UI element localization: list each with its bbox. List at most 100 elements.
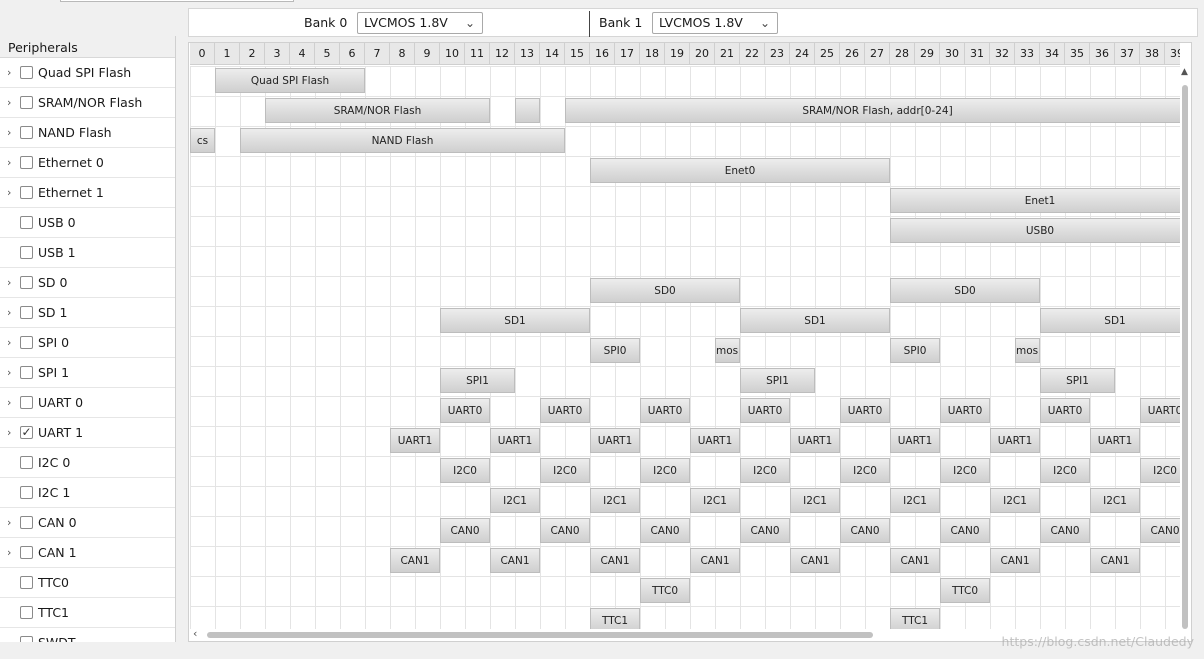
- vertical-scrollbar[interactable]: ▲: [1180, 65, 1190, 631]
- peripheral-row[interactable]: › Ethernet 0: [0, 148, 175, 178]
- pin-assignment-bar[interactable]: SPI0: [890, 338, 940, 363]
- pin-assignment-bar[interactable]: I2C0: [1140, 458, 1180, 483]
- peripheral-row[interactable]: › SD 0: [0, 268, 175, 298]
- peripheral-row[interactable]: › UART 0: [0, 388, 175, 418]
- pin-assignment-bar[interactable]: SPI0: [590, 338, 640, 363]
- pin-assignment-bar[interactable]: I2C1: [590, 488, 640, 513]
- pin-assignment-bar[interactable]: UART1: [490, 428, 540, 453]
- chevron-right-icon[interactable]: ›: [7, 426, 17, 440]
- pin-assignment-bar[interactable]: [515, 98, 540, 123]
- pin-assignment-bar[interactable]: CAN0: [740, 518, 790, 543]
- peripheral-row[interactable]: I2C 0: [0, 448, 175, 478]
- peripheral-checkbox[interactable]: ✓: [20, 426, 33, 439]
- peripheral-checkbox[interactable]: [20, 216, 33, 229]
- pin-assignment-bar[interactable]: I2C1: [790, 488, 840, 513]
- pin-assignment-bar[interactable]: CAN0: [940, 518, 990, 543]
- peripheral-checkbox[interactable]: [20, 126, 33, 139]
- pin-assignment-bar[interactable]: CAN1: [1090, 548, 1140, 573]
- pin-assignment-bar[interactable]: I2C1: [490, 488, 540, 513]
- chevron-right-icon[interactable]: ›: [7, 96, 17, 110]
- pin-assignment-bar[interactable]: cs: [190, 128, 215, 153]
- peripheral-row[interactable]: TTC0: [0, 568, 175, 598]
- pin-assignment-bar[interactable]: CAN0: [1140, 518, 1180, 543]
- pin-assignment-bar[interactable]: UART1: [1090, 428, 1140, 453]
- pin-assignment-bar[interactable]: UART1: [890, 428, 940, 453]
- pin-assignment-bar[interactable]: UART1: [990, 428, 1040, 453]
- peripheral-row[interactable]: › NAND Flash: [0, 118, 175, 148]
- pin-assignment-bar[interactable]: I2C0: [940, 458, 990, 483]
- peripheral-checkbox[interactable]: [20, 396, 33, 409]
- bank0-voltage-select[interactable]: LVCMOS 1.8V ⌄: [357, 12, 483, 34]
- scroll-left-icon[interactable]: ‹: [193, 627, 197, 640]
- chevron-right-icon[interactable]: ›: [7, 366, 17, 380]
- pin-assignment-bar[interactable]: Quad SPI Flash: [215, 68, 365, 93]
- chevron-right-icon[interactable]: ›: [7, 516, 17, 530]
- peripheral-row[interactable]: TTC1: [0, 598, 175, 628]
- peripheral-checkbox[interactable]: [20, 306, 33, 319]
- pin-assignment-bar[interactable]: UART0: [840, 398, 890, 423]
- peripheral-row[interactable]: › ✓ UART 1: [0, 418, 175, 448]
- vertical-scroll-thumb[interactable]: [1182, 85, 1188, 629]
- pin-assignment-bar[interactable]: SPI1: [440, 368, 515, 393]
- pin-assignment-bar[interactable]: I2C1: [690, 488, 740, 513]
- peripheral-row[interactable]: USB 0: [0, 208, 175, 238]
- peripheral-checkbox[interactable]: [20, 156, 33, 169]
- peripheral-checkbox[interactable]: [20, 366, 33, 379]
- peripheral-checkbox[interactable]: [20, 276, 33, 289]
- peripheral-checkbox[interactable]: [20, 636, 33, 642]
- peripheral-row[interactable]: › Quad SPI Flash: [0, 58, 175, 88]
- pin-assignment-bar[interactable]: CAN1: [990, 548, 1040, 573]
- pin-assignment-bar[interactable]: I2C0: [540, 458, 590, 483]
- pin-assignment-bar[interactable]: SD0: [890, 278, 1040, 303]
- peripheral-checkbox[interactable]: [20, 606, 33, 619]
- pin-assignment-bar[interactable]: I2C1: [890, 488, 940, 513]
- chevron-right-icon[interactable]: ›: [7, 396, 17, 410]
- pin-assignment-bar[interactable]: mosi: [1015, 338, 1040, 363]
- pin-assignment-bar[interactable]: USB0: [890, 218, 1180, 243]
- pin-assignment-bar[interactable]: CAN1: [490, 548, 540, 573]
- horizontal-scroll-thumb[interactable]: [207, 632, 873, 638]
- chevron-right-icon[interactable]: ›: [7, 276, 17, 290]
- pin-assignment-bar[interactable]: SD1: [440, 308, 590, 333]
- peripheral-row[interactable]: I2C 1: [0, 478, 175, 508]
- peripheral-row[interactable]: USB 1: [0, 238, 175, 268]
- pin-assignment-bar[interactable]: UART0: [440, 398, 490, 423]
- pin-assignment-bar[interactable]: UART0: [540, 398, 590, 423]
- peripheral-checkbox[interactable]: [20, 456, 33, 469]
- peripheral-checkbox[interactable]: [20, 576, 33, 589]
- pin-assignment-bar[interactable]: CAN0: [440, 518, 490, 543]
- peripheral-checkbox[interactable]: [20, 516, 33, 529]
- pin-assignment-bar[interactable]: SRAM/NOR Flash: [265, 98, 490, 123]
- peripheral-row[interactable]: › SRAM/NOR Flash: [0, 88, 175, 118]
- pin-assignment-bar[interactable]: I2C0: [840, 458, 890, 483]
- pin-assignment-bar[interactable]: mosi: [715, 338, 740, 363]
- chevron-right-icon[interactable]: ›: [7, 186, 17, 200]
- pin-assignment-bar[interactable]: SPI1: [1040, 368, 1115, 393]
- peripheral-checkbox[interactable]: [20, 246, 33, 259]
- chevron-right-icon[interactable]: ›: [7, 66, 17, 80]
- pin-assignment-bar[interactable]: UART0: [1040, 398, 1090, 423]
- chevron-right-icon[interactable]: ›: [7, 546, 17, 560]
- pin-assignment-bar[interactable]: I2C1: [990, 488, 1040, 513]
- pin-assignment-bar[interactable]: UART1: [390, 428, 440, 453]
- pin-assignment-bar[interactable]: CAN1: [890, 548, 940, 573]
- peripheral-checkbox[interactable]: [20, 96, 33, 109]
- chevron-right-icon[interactable]: ›: [7, 336, 17, 350]
- pin-assignment-bar[interactable]: NAND Flash: [240, 128, 565, 153]
- pin-assignment-bar[interactable]: CAN0: [640, 518, 690, 543]
- scroll-up-icon[interactable]: ▲: [1181, 67, 1188, 77]
- chevron-right-icon[interactable]: ›: [7, 126, 17, 140]
- pin-assignment-bar[interactable]: I2C0: [640, 458, 690, 483]
- pin-assignment-bar[interactable]: UART0: [740, 398, 790, 423]
- pin-assignment-bar[interactable]: UART0: [1140, 398, 1180, 423]
- bank1-voltage-select[interactable]: LVCMOS 1.8V ⌄: [652, 12, 778, 34]
- peripheral-row[interactable]: › CAN 1: [0, 538, 175, 568]
- pin-assignment-bar[interactable]: TTC0: [940, 578, 990, 603]
- pin-assignment-bar[interactable]: CAN1: [590, 548, 640, 573]
- peripheral-checkbox[interactable]: [20, 336, 33, 349]
- pin-assignment-bar[interactable]: I2C0: [740, 458, 790, 483]
- pin-assignment-bar[interactable]: I2C0: [1040, 458, 1090, 483]
- pin-assignment-bar[interactable]: UART0: [640, 398, 690, 423]
- pin-assignment-bar[interactable]: CAN1: [690, 548, 740, 573]
- peripheral-row[interactable]: › SPI 0: [0, 328, 175, 358]
